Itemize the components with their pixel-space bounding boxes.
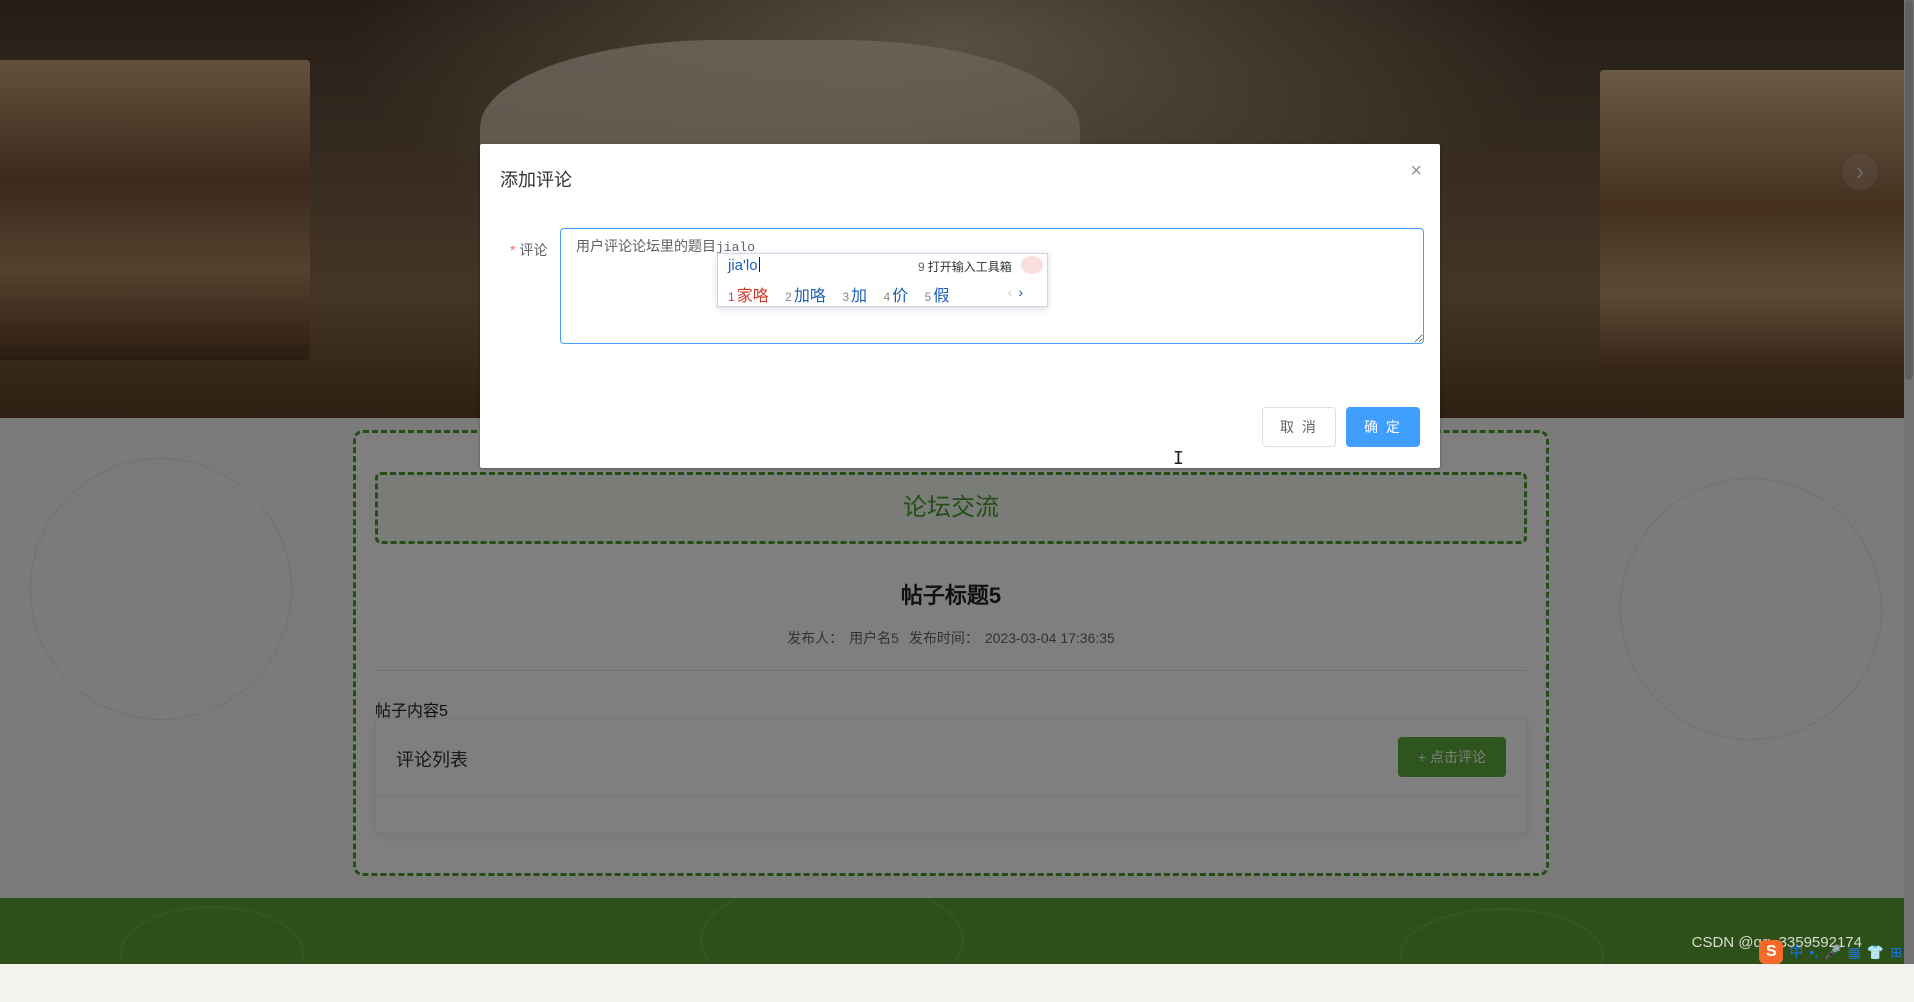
tray-keyboard-icon[interactable]: ▦ <box>1848 944 1861 961</box>
cancel-button[interactable]: 取 消 <box>1262 407 1336 447</box>
comment-field-label: * 评论 <box>510 240 547 260</box>
ime-composition: jia'lo <box>728 257 758 274</box>
confirm-button[interactable]: 确 定 <box>1346 407 1420 447</box>
ime-toolbox-label: 打开输入工具箱 <box>927 260 1012 274</box>
ime-toolbox-link[interactable]: 9 打开输入工具箱 <box>918 258 1012 275</box>
text-cursor-icon: I <box>1173 448 1184 469</box>
close-icon[interactable]: × <box>1410 160 1422 183</box>
ime-next-icon[interactable]: › <box>1018 284 1023 300</box>
ime-candidate[interactable]: 3加 <box>842 288 867 305</box>
dialog-title: 添加评论 <box>500 170 572 190</box>
required-mark: * <box>510 242 516 258</box>
ime-logo-icon <box>1021 256 1043 274</box>
ime-tray: S 中 •, 🎤 ▦ 👕 ⊞ <box>1759 940 1902 964</box>
ime-candidate[interactable]: 5假 <box>925 288 950 305</box>
ime-candidate[interactable]: 2 加咯 <box>785 288 826 305</box>
comment-label-text: 评论 <box>519 242 548 258</box>
ime-candidate[interactable]: 1 家咯 <box>728 288 769 305</box>
ime-prev-icon[interactable]: ‹ <box>1008 284 1013 300</box>
ime-candidate[interactable]: 4价 <box>883 288 908 305</box>
ime-page-nav: ‹ › <box>1008 284 1023 300</box>
ime-candidate-window: jia'lo 9 打开输入工具箱 1 家咯 2 加咯 3加 4价 5假 ‹ › <box>717 253 1048 307</box>
ime-toolbox-number: 9 <box>918 260 925 274</box>
tray-microphone-icon[interactable]: 🎤 <box>1824 944 1841 961</box>
tray-language-icon[interactable]: 中 <box>1789 942 1803 962</box>
tray-punctuation-icon[interactable]: •, <box>1809 944 1818 960</box>
comment-text: 用户评论论坛里的题目 <box>576 238 716 254</box>
tray-toolbox-icon[interactable]: ⊞ <box>1890 944 1902 961</box>
ime-candidates: 1 家咯 2 加咯 3加 4价 5假 <box>728 282 961 306</box>
tray-skin-icon[interactable]: 👕 <box>1867 944 1884 961</box>
sogou-logo-icon[interactable]: S <box>1759 940 1784 964</box>
